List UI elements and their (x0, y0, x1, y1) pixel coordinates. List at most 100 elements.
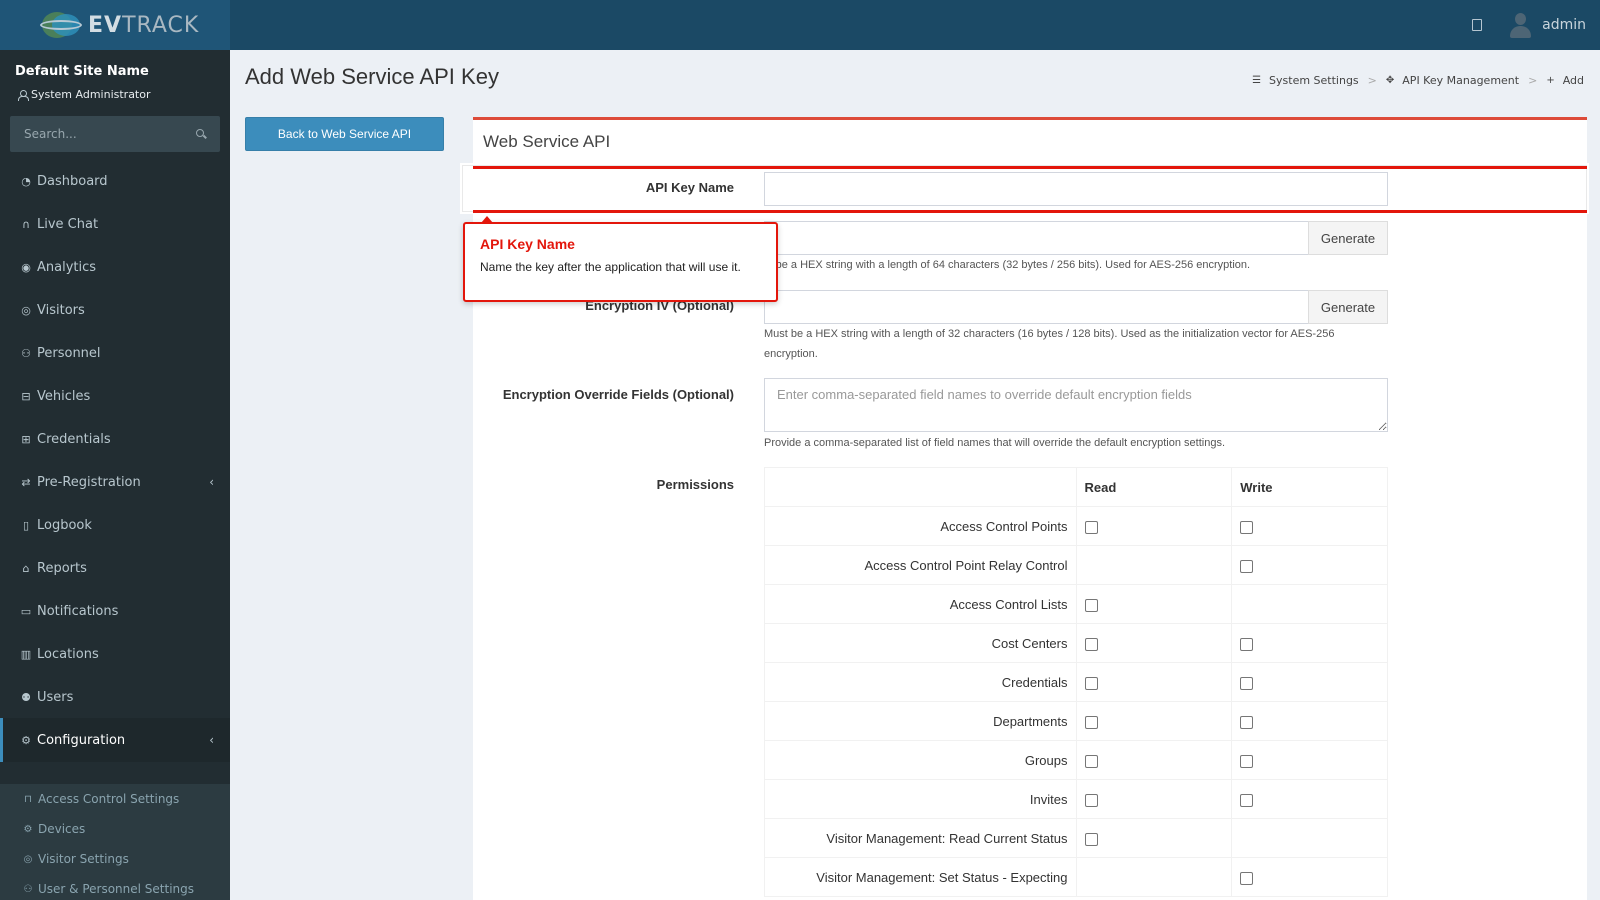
user-menu[interactable]: admin (1508, 12, 1586, 38)
breadcrumb-separator: > (1367, 74, 1377, 87)
permission-read-checkbox[interactable] (1084, 832, 1098, 846)
badge-icon: ⊞ (21, 432, 31, 446)
sidebar-item-pre-registration[interactable]: ⇄ Pre-Registration ‹ (0, 460, 230, 504)
permission-read-cell (1075, 584, 1233, 624)
breadcrumb-api-key-management[interactable]: API Key Management (1402, 74, 1519, 87)
permission-write-cell (1231, 506, 1388, 546)
generate-key-button[interactable]: Generate (1308, 221, 1388, 255)
sidebar-item-locations[interactable]: ▥ Locations (0, 632, 230, 676)
permission-write-checkbox[interactable] (1240, 637, 1254, 651)
permission-write-checkbox[interactable] (1240, 559, 1254, 573)
arrows-icon: ⇄ (21, 475, 31, 489)
permission-write-checkbox[interactable] (1240, 715, 1254, 729)
permission-write-cell (1231, 623, 1388, 663)
permission-name: Visitor Management: Read Current Status (764, 818, 1077, 858)
subnav-item-visitor-settings[interactable]: ◎ Visitor Settings (22, 844, 129, 874)
headset-icon: ∩ (21, 217, 31, 231)
permission-read-checkbox[interactable] (1084, 637, 1098, 651)
lock-icon: ⊓ (24, 793, 32, 805)
permission-write-cell (1231, 779, 1388, 819)
sidebar-item-notifications[interactable]: ▭ Notifications (0, 589, 230, 633)
permission-name: Cost Centers (764, 623, 1077, 663)
table-row: Visitor Management: Set Status - Expecti… (764, 857, 1388, 897)
permission-read-checkbox[interactable] (1084, 520, 1098, 534)
top-header: EVTRACK admin (0, 0, 1600, 50)
breadcrumb: ☰ System Settings > ✥ API Key Management… (1252, 74, 1584, 87)
back-button[interactable]: Back to Web Service API (245, 117, 444, 151)
permission-read-cell (1075, 779, 1233, 819)
sidebar-item-configuration[interactable]: ⚙ Configuration ‹ (0, 718, 230, 762)
permissions-table: Read Write Access Control Points Access C… (764, 467, 1388, 897)
table-row: Invites (764, 779, 1388, 819)
logo-icon (38, 8, 84, 42)
search-icon[interactable] (196, 129, 206, 139)
table-header-read: Read (1075, 467, 1233, 507)
table-header-write: Write (1231, 467, 1388, 507)
permission-name: Access Control Lists (764, 584, 1077, 624)
table-row: Access Control Points (764, 506, 1388, 546)
permission-write-checkbox[interactable] (1240, 754, 1254, 768)
book-icon[interactable] (1472, 19, 1483, 31)
sidebar-item-dashboard[interactable]: ◔ Dashboard (0, 159, 230, 203)
subnav-item-access-control-settings[interactable]: ⊓ Access Control Settings (22, 784, 179, 814)
users-icon: ⚉ (21, 690, 31, 704)
avatar (1508, 12, 1532, 38)
permission-read-checkbox[interactable] (1084, 793, 1098, 807)
permission-read-checkbox[interactable] (1084, 598, 1098, 612)
subnav-item-devices[interactable]: ⚙ Devices (22, 814, 86, 844)
breadcrumb-system-settings[interactable]: System Settings (1269, 74, 1359, 87)
sidebar-item-vehicles[interactable]: ⊟ Vehicles (0, 374, 230, 418)
encryption-iv-help: Must be a HEX string with a length of 32… (764, 328, 1335, 360)
dashboard-icon: ◔ (21, 174, 31, 188)
permission-write-cell (1231, 857, 1388, 897)
sidebar-item-logbook[interactable]: ▯ Logbook (0, 503, 230, 547)
sidebar-item-reports[interactable]: ⌂ Reports (0, 546, 230, 590)
gear-icon: ⚙ (21, 733, 31, 747)
search-input[interactable] (24, 127, 184, 141)
encryption-key-input[interactable] (764, 221, 1309, 255)
map-icon: ▥ (20, 647, 32, 661)
sidebar-item-users[interactable]: ⚉ Users (0, 675, 230, 719)
chevron-left-icon: ‹ (209, 475, 214, 489)
permission-write-checkbox[interactable] (1240, 520, 1254, 534)
permission-write-checkbox[interactable] (1240, 871, 1254, 885)
permission-write-checkbox[interactable] (1240, 793, 1254, 807)
api-key-name-tooltip: API Key Name Name the key after the appl… (463, 216, 778, 302)
user-icon (18, 89, 29, 101)
permission-write-checkbox[interactable] (1240, 676, 1254, 690)
sidebar-item-live-chat[interactable]: ∩ Live Chat (0, 202, 230, 246)
logo-text: EVTRACK (88, 12, 200, 38)
chevron-left-icon: ‹ (209, 733, 214, 747)
generate-iv-button[interactable]: Generate (1308, 290, 1388, 324)
encryption-iv-input[interactable] (764, 290, 1309, 324)
sidebar: Default Site Name System Administrator ◔… (0, 50, 230, 900)
subnav-item-user-personnel-settings[interactable]: ⚇ User & Personnel Settings (22, 874, 195, 900)
table-header-name (764, 467, 1077, 507)
api-key-name-input[interactable] (764, 172, 1388, 206)
permission-read-cell (1075, 545, 1233, 585)
table-row: Access Control Point Relay Control (764, 545, 1388, 585)
sidebar-item-visitors[interactable]: ◎ Visitors (0, 288, 230, 332)
sidebar-item-credentials[interactable]: ⊞ Credentials (0, 417, 230, 461)
override-fields-textarea[interactable] (764, 378, 1388, 432)
people-icon: ⚇ (23, 883, 33, 895)
site-name: Default Site Name (15, 64, 149, 79)
override-fields-help: Provide a comma-separated list of field … (764, 437, 1226, 449)
api-key-name-highlight: API Key Name (462, 165, 1587, 213)
permission-read-cell (1075, 662, 1233, 702)
logo[interactable]: EVTRACK (0, 0, 230, 50)
target-icon: ◉ (21, 260, 31, 274)
sidebar-item-personnel[interactable]: ⚇ Personnel (0, 331, 230, 375)
permission-write-cell (1231, 740, 1388, 780)
permission-read-checkbox[interactable] (1084, 715, 1098, 729)
sidebar-item-analytics[interactable]: ◉ Analytics (0, 245, 230, 289)
eye-icon: ◎ (23, 853, 33, 865)
sidebar-search (10, 116, 220, 152)
tooltip-arrow (481, 216, 493, 223)
api-key-name-label: API Key Name (645, 180, 734, 195)
permission-read-checkbox[interactable] (1084, 754, 1098, 768)
plus-icon: + (1546, 75, 1555, 86)
book-icon: ▯ (22, 518, 30, 532)
permission-read-checkbox[interactable] (1084, 676, 1098, 690)
gear-icon: ⚙ (23, 823, 33, 835)
